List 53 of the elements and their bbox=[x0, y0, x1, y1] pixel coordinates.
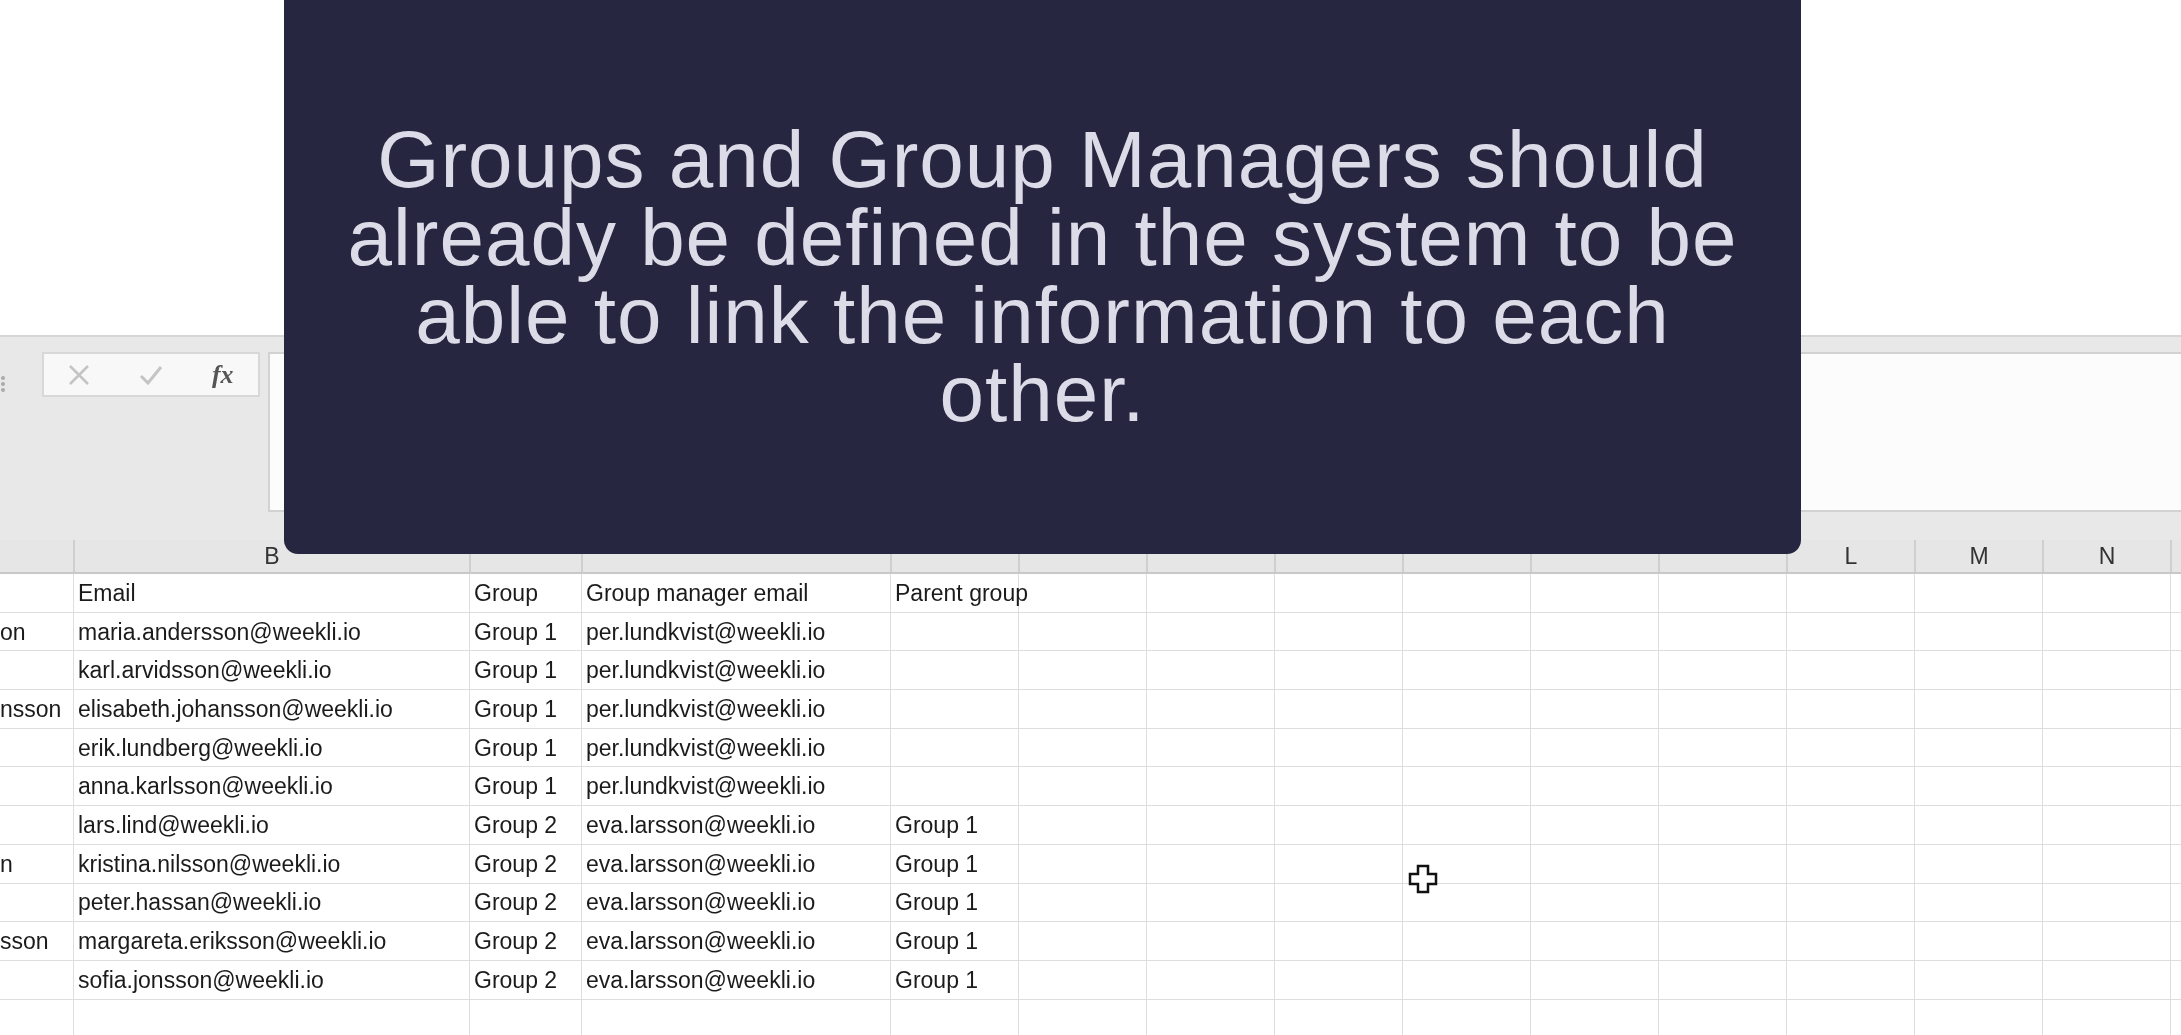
table-cell: peter.hassan@weekli.io bbox=[78, 889, 322, 917]
cursor-icon bbox=[1408, 864, 1438, 894]
table-cell: nsson bbox=[0, 695, 62, 723]
table-cell: Email bbox=[78, 579, 136, 607]
table-cell: n bbox=[0, 850, 13, 878]
check-icon[interactable] bbox=[139, 364, 164, 385]
table-cell: Group 2 bbox=[474, 889, 558, 917]
column-header[interactable]: M bbox=[1969, 542, 1989, 570]
table-cell: Group 1 bbox=[895, 850, 979, 878]
table-cell: per.lundkvist@weekli.io bbox=[586, 618, 826, 646]
table-cell: Group 1 bbox=[895, 889, 979, 917]
table-cell: lars.lind@weekli.io bbox=[78, 811, 269, 839]
table-cell: Group 1 bbox=[474, 695, 558, 723]
table-cell: Group 1 bbox=[895, 928, 979, 956]
table-cell: eva.larsson@weekli.io bbox=[586, 811, 816, 839]
table-cell: Group 1 bbox=[474, 618, 558, 646]
table-cell: Group 1 bbox=[474, 734, 558, 762]
column-header[interactable]: B bbox=[264, 542, 280, 570]
table-cell: sson bbox=[0, 928, 49, 956]
table-cell: Group 1 bbox=[895, 966, 979, 994]
grip-icon[interactable] bbox=[0, 374, 8, 394]
table-cell: eva.larsson@weekli.io bbox=[586, 966, 816, 994]
table-cell: Group 2 bbox=[474, 850, 558, 878]
table-cell: per.lundkvist@weekli.io bbox=[586, 773, 826, 801]
table-cell: on bbox=[0, 618, 26, 646]
table-cell: per.lundkvist@weekli.io bbox=[586, 695, 826, 723]
table-cell: maria.andersson@weekli.io bbox=[78, 618, 361, 646]
table-cell: Group 2 bbox=[474, 966, 558, 994]
table-cell: erik.lundberg@weekli.io bbox=[78, 734, 323, 762]
table-cell: kristina.nilsson@weekli.io bbox=[78, 850, 341, 878]
table-cell: eva.larsson@weekli.io bbox=[586, 928, 816, 956]
table-cell: Group manager email bbox=[586, 579, 809, 607]
table-cell: elisabeth.johansson@weekli.io bbox=[78, 695, 393, 723]
table-cell: Group bbox=[474, 579, 538, 607]
cancel-icon[interactable] bbox=[68, 363, 91, 386]
table-cell: anna.karlsson@weekli.io bbox=[78, 773, 333, 801]
table-cell: karl.arvidsson@weekli.io bbox=[78, 657, 332, 685]
table-cell: Parent group bbox=[895, 579, 1028, 607]
table-cell: Group 2 bbox=[474, 811, 558, 839]
table-cell: per.lundkvist@weekli.io bbox=[586, 734, 826, 762]
table-cell: Group 2 bbox=[474, 928, 558, 956]
table-cell: Group 1 bbox=[474, 657, 558, 685]
table-cell: sofia.jonsson@weekli.io bbox=[78, 966, 324, 994]
column-header[interactable]: L bbox=[1844, 542, 1858, 570]
table-cell: per.lundkvist@weekli.io bbox=[586, 657, 826, 685]
function-button[interactable]: fx bbox=[211, 359, 234, 390]
caption-text: Groups and Group Managers should already be defined in the system to be able to link the information to each other. bbox=[346, 121, 1739, 433]
table-cell: margareta.eriksson@weekli.io bbox=[78, 928, 387, 956]
table-cell: Group 1 bbox=[474, 773, 558, 801]
column-header[interactable]: N bbox=[2098, 542, 2116, 570]
table-cell: eva.larsson@weekli.io bbox=[586, 889, 816, 917]
table-cell: eva.larsson@weekli.io bbox=[586, 850, 816, 878]
table-cell: Group 1 bbox=[895, 811, 979, 839]
